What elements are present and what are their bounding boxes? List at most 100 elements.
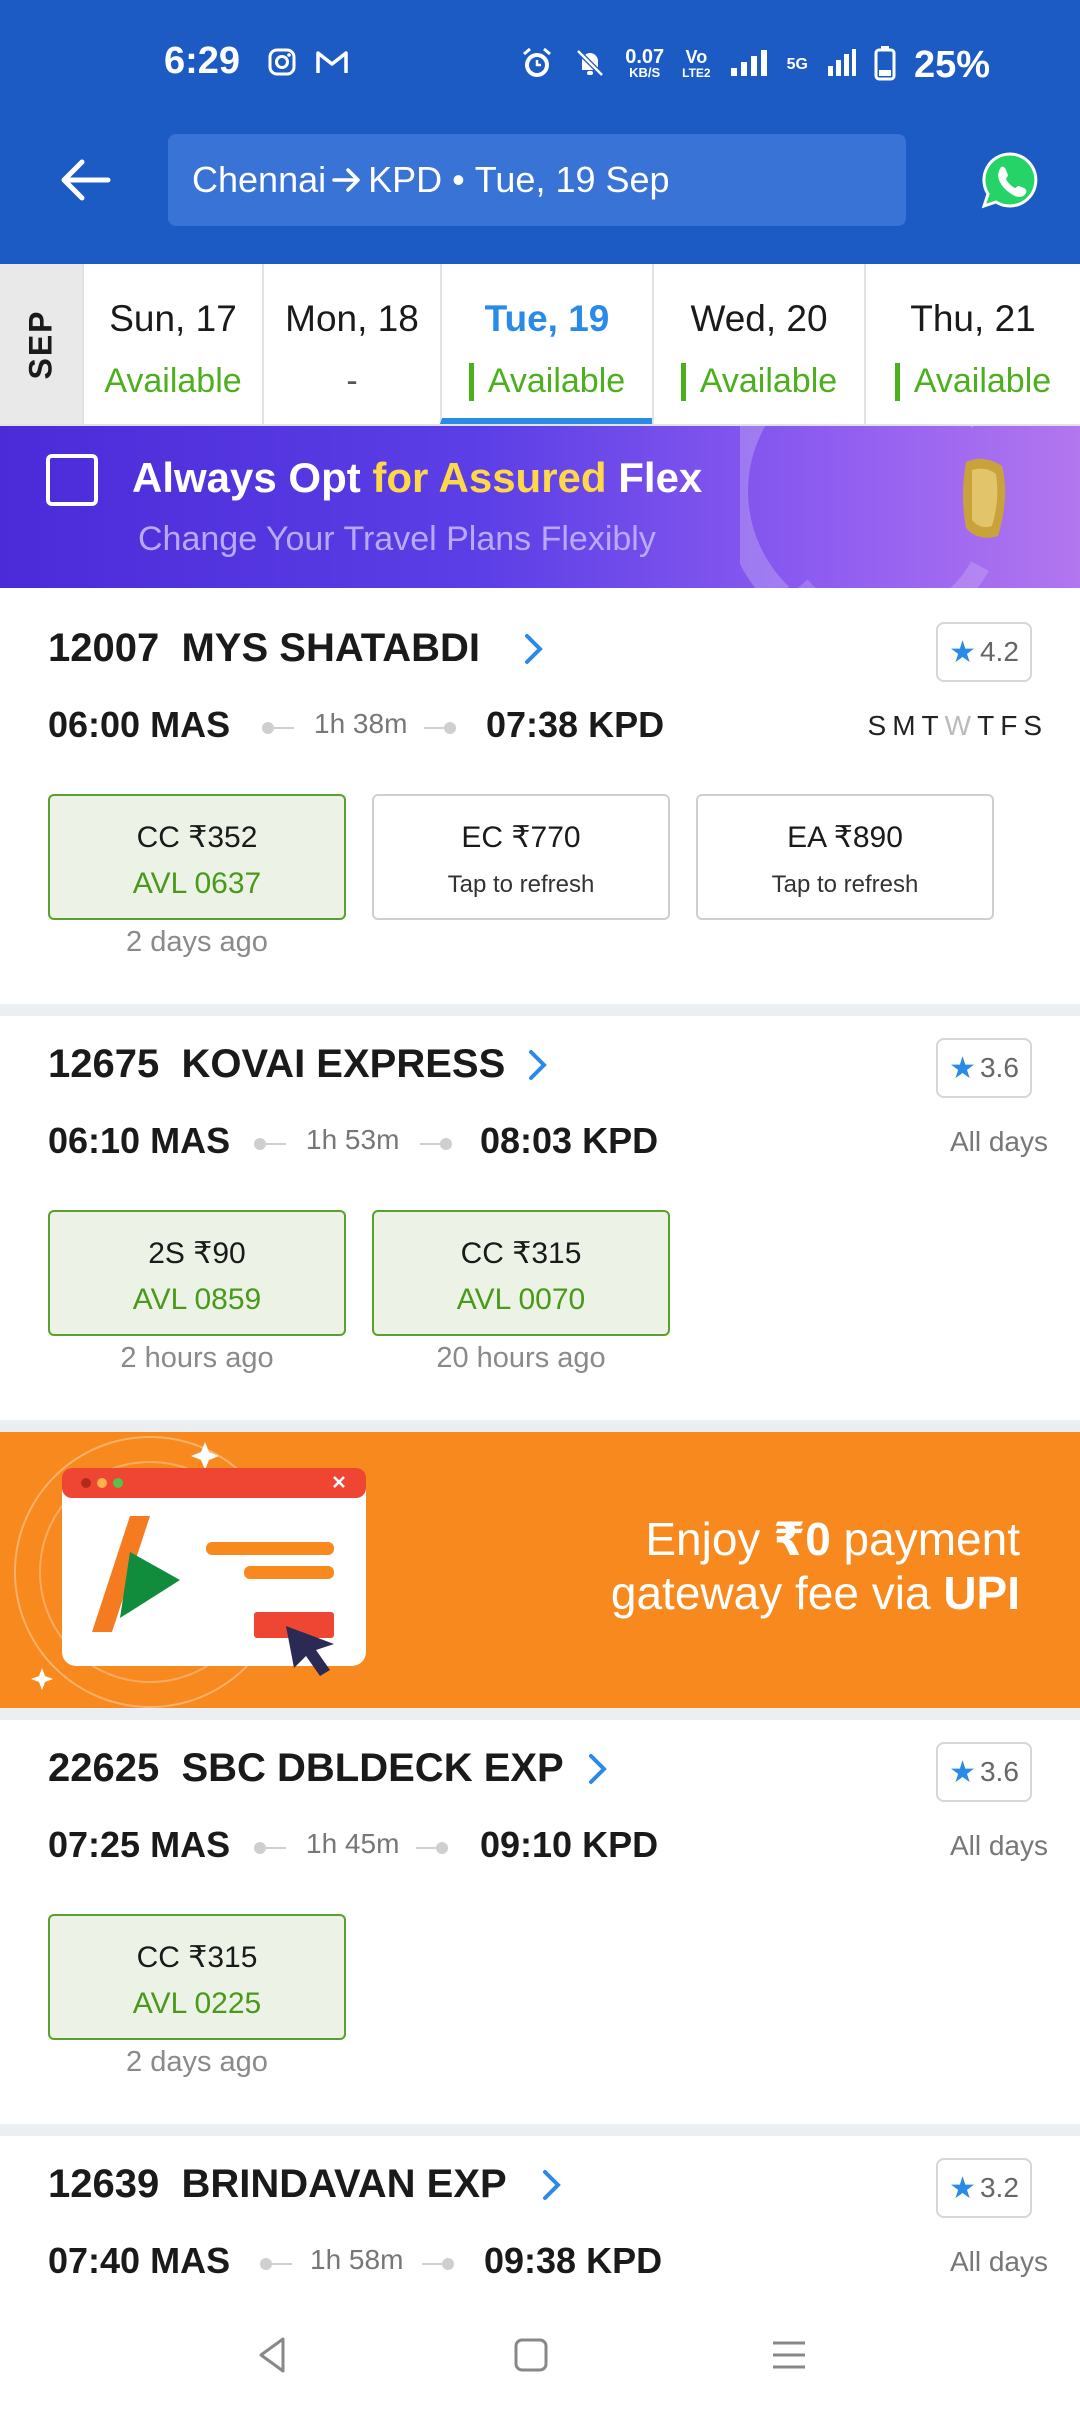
- rating-value: 3.6: [979, 1756, 1019, 1787]
- tap-to-refresh: Tap to refresh: [771, 871, 919, 898]
- route-search-box[interactable]: Chennai KPD • Tue, 19 Sep: [168, 134, 906, 226]
- date-label: Thu, 21: [910, 298, 1036, 339]
- date-tab-wed-20[interactable]: Wed, 20 Available: [652, 264, 864, 424]
- date-label: Sun, 17: [109, 298, 237, 339]
- train-title: 12007 MYS SHATABDI: [48, 626, 480, 671]
- instagram-icon: [264, 44, 300, 80]
- rating-badge: ★ 4.2: [936, 622, 1032, 682]
- date-availability-text: Available: [104, 362, 242, 400]
- assured-flex-checkbox[interactable]: [46, 454, 98, 506]
- date-label: Mon, 18: [285, 298, 419, 339]
- train-name: BRINDAVAN EXP: [181, 2162, 507, 2206]
- nav-back-button[interactable]: [238, 2320, 308, 2390]
- day-w-off: W: [944, 710, 978, 741]
- train-card[interactable]: 22625 SBC DBLDECK EXP ★ 3.6 07:25 MAS 1h …: [0, 1720, 1080, 2124]
- day-t: T: [921, 710, 945, 741]
- train-card[interactable]: 12007 MYS SHATABDI ★ 4.2 06:00 MAS 1h 38m…: [0, 600, 1080, 1004]
- fare-class-cc[interactable]: CC ₹315 AVL 0225: [48, 1914, 346, 2040]
- timeline-line: [274, 727, 294, 729]
- fare-class-ea[interactable]: EA ₹890 Tap to refresh: [696, 794, 994, 920]
- date-availability-text: Available: [699, 362, 838, 400]
- date-strip: SEP Sun, 17 Available Mon, 18 - Tue, 19 …: [0, 264, 1080, 426]
- triangle-back-icon: [259, 2337, 285, 2373]
- status-bar: 6:29 0.07 KB/S Vo LTE2 5G 25%: [0, 40, 1080, 90]
- upi-offer-text: Enjoy ₹0 payment gateway fee via UPI: [611, 1512, 1020, 1620]
- timeline-line: [266, 1143, 286, 1145]
- duration: 1h 45m: [306, 1828, 400, 1859]
- rating-badge: ★ 3.6: [936, 1742, 1032, 1802]
- running-days: All days: [949, 1126, 1048, 1157]
- chevron-right-icon[interactable]: [540, 2168, 564, 2202]
- chevron-right-icon[interactable]: [586, 1752, 610, 1786]
- card-separator: [0, 1708, 1080, 1720]
- volte-indicator: Vo LTE2: [682, 48, 711, 81]
- date-label: Wed, 20: [690, 298, 828, 339]
- date-tab-sun-17[interactable]: Sun, 17 Available: [82, 264, 262, 424]
- train-title: 22625 SBC DBLDECK EXP: [48, 1746, 564, 1791]
- arrival-time: 08:03 KPD: [480, 1120, 659, 1161]
- route-from: Chennai: [192, 159, 327, 200]
- train-card[interactable]: 12639 BRINDAVAN EXP ★ 3.2 07:40 MAS 1h 58…: [0, 2136, 1080, 2300]
- volte-sub: LTE2: [682, 66, 711, 80]
- star-icon: ★: [949, 1051, 976, 1085]
- timeline-dot: [254, 1842, 266, 1854]
- date-tab-mon-18[interactable]: Mon, 18 -: [262, 264, 440, 424]
- fare-class-ec[interactable]: EC ₹770 Tap to refresh: [372, 794, 670, 920]
- nav-menu-button[interactable]: [754, 2320, 824, 2390]
- network-type: 5G: [786, 56, 808, 73]
- battery-level: 25%: [913, 43, 990, 86]
- fare-updated-time: 20 hours ago: [436, 1342, 606, 1374]
- fare-availability: AVL 0859: [132, 1283, 262, 1316]
- date-tab-thu-21[interactable]: Thu, 21 Available: [864, 264, 1080, 424]
- train-name: MYS SHATABDI: [181, 626, 480, 670]
- signal-icon: [729, 48, 769, 83]
- fare-availability: AVL 0225: [132, 1987, 262, 2020]
- timeline-line: [420, 1143, 440, 1145]
- route-separator-dot: •: [452, 159, 465, 200]
- train-card[interactable]: 12675 KOVAI EXPRESS ★ 3.6 06:10 MAS 1h 53…: [0, 1016, 1080, 1420]
- departure-time: 07:40 MAS: [48, 2240, 231, 2281]
- train-number: 12639: [48, 2162, 160, 2206]
- star-icon: ★: [949, 2171, 976, 2205]
- arrow-right-icon: [332, 168, 360, 192]
- availability-bar: [894, 362, 900, 401]
- menu-lines-icon: [773, 2341, 805, 2369]
- date-tab-tue-19[interactable]: Tue, 19 Available: [440, 264, 652, 424]
- departure-time: 07:25 MAS: [48, 1824, 231, 1865]
- status-time: 6:29: [164, 40, 241, 82]
- upi-offer-banner[interactable]: Enjoy ₹0 payment gateway fee via UPI: [0, 1432, 1080, 1708]
- rating-badge: ★ 3.2: [936, 2158, 1032, 2218]
- rating-value: 4.2: [979, 636, 1019, 667]
- running-days: All days: [949, 1830, 1048, 1861]
- whatsapp-button[interactable]: [980, 150, 1040, 210]
- chevron-right-icon[interactable]: [522, 632, 546, 666]
- chevron-right-icon[interactable]: [526, 1048, 550, 1082]
- fare-class-cc[interactable]: CC ₹315 AVL 0070: [372, 1210, 670, 1336]
- mute-icon: [573, 46, 607, 85]
- timeline-dot: [436, 1842, 448, 1854]
- upi-line-2a: gateway fee via: [610, 1567, 944, 1619]
- duration: 1h 38m: [314, 708, 408, 739]
- fare-class-2s[interactable]: 2S ₹90 AVL 0859: [48, 1210, 346, 1336]
- timeline-line: [416, 1847, 436, 1849]
- fare-class-label: CC ₹315: [460, 1237, 582, 1270]
- whatsapp-icon: [981, 152, 1038, 209]
- fare-class-cc[interactable]: CC ₹352 AVL 0637: [48, 794, 346, 920]
- assured-flex-banner[interactable]: Always Opt for Assured Flex Change Your …: [0, 426, 1080, 588]
- running-days: SMTWTFS: [868, 710, 1048, 742]
- tap-to-refresh: Tap to refresh: [447, 871, 595, 898]
- battery-icon: [874, 45, 896, 86]
- timing-row: 06:10 MAS 1h 53m 08:03 KPD All days: [48, 1120, 1048, 1170]
- app-header: 6:29 0.07 KB/S Vo LTE2 5G 25% Chennai KP…: [0, 0, 1080, 264]
- back-button[interactable]: [50, 150, 120, 210]
- date-availability: -: [264, 362, 440, 401]
- train-number: 12007: [48, 626, 160, 670]
- running-days: All days: [949, 2246, 1048, 2277]
- date-availability-text: -: [346, 362, 358, 400]
- nav-home-button[interactable]: [496, 2320, 566, 2390]
- card-separator: [0, 1004, 1080, 1016]
- date-label: Tue, 19: [484, 298, 610, 339]
- timeline-dot: [444, 722, 456, 734]
- upi-line-1c: payment: [830, 1513, 1020, 1565]
- speed-unit: KB/S: [629, 65, 661, 80]
